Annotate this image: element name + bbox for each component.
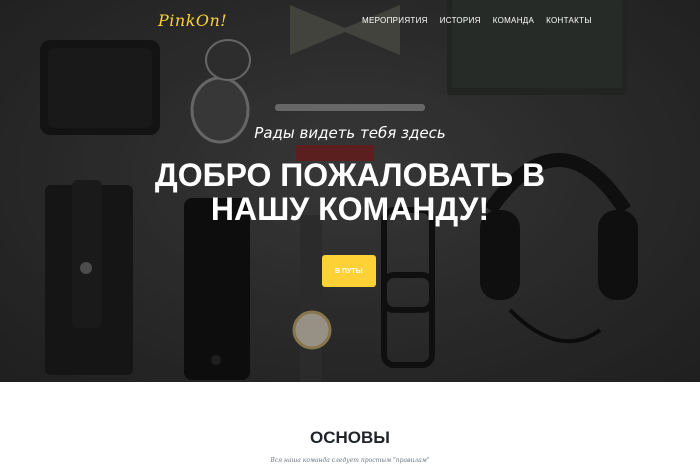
section-subtitle: Вся наша команда следует простым "правил… (270, 457, 430, 464)
navbar: PinkOn! МЕРОПРИЯТИЯ ИСТОРИЯ КОМАНДА КОНТ… (0, 0, 700, 44)
nav-item-team[interactable]: КОМАНДА (493, 16, 534, 25)
hero-subheading: Рады видеть тебя здесь (254, 124, 446, 142)
hero-heading: ДОБРО ПОЖАЛОВАТЬ В НАШУ КОМАНДУ! (154, 157, 546, 227)
nav-item-events[interactable]: МЕРОПРИЯТИЯ (362, 16, 428, 25)
nav-item-history[interactable]: ИСТОРИЯ (440, 16, 481, 25)
brand-logo[interactable]: PinkOn! (158, 11, 227, 30)
nav-menu: МЕРОПРИЯТИЯ ИСТОРИЯ КОМАНДА КОНТАКТЫ (362, 16, 592, 25)
nav-item-contacts[interactable]: КОНТАКТЫ (546, 16, 592, 25)
basics-section (0, 382, 700, 467)
section-title: ОСНОВЫ (310, 428, 390, 447)
cta-button[interactable]: В ПУТЬ! (322, 255, 376, 287)
